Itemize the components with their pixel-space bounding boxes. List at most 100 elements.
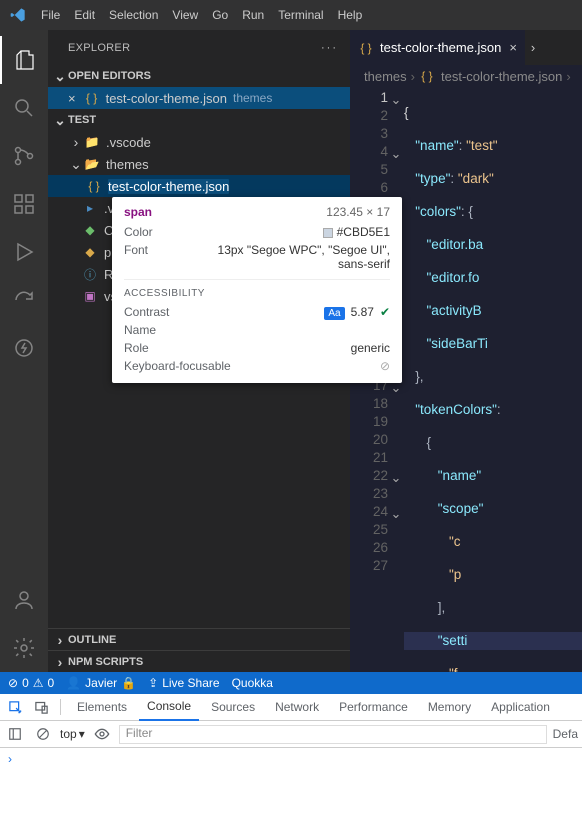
color-swatch [323, 228, 333, 238]
breadcrumb[interactable]: themes› { } test-color-theme.json› [350, 65, 582, 87]
chevron-down-icon: ▾ [79, 727, 85, 741]
context-selector[interactable]: top ▾ [60, 727, 85, 741]
open-editor-filename: test-color-theme.json [106, 91, 227, 106]
folder-icon: 📁 [84, 134, 100, 150]
tooltip-color-value: #CBD5E1 [337, 225, 390, 239]
menu-selection[interactable]: Selection [102, 4, 165, 26]
menu-help[interactable]: Help [331, 4, 370, 26]
tooltip-dimensions: 123.45 × 17 [326, 205, 390, 219]
status-user[interactable]: 👤Javier🔒 [66, 676, 136, 690]
dt-tab-memory[interactable]: Memory [420, 694, 479, 720]
activity-bar [0, 30, 48, 672]
file-icon: ⓘ [82, 266, 98, 282]
tree-file-theme-json[interactable]: { } test-color-theme.json [48, 175, 350, 197]
search-icon[interactable] [0, 84, 48, 132]
json-icon: { } [84, 90, 100, 106]
dt-tab-network[interactable]: Network [267, 694, 327, 720]
vscode-logo-icon [10, 7, 26, 23]
tree-label: test-color-theme.json [108, 179, 229, 194]
tooltip-role-value: generic [351, 341, 390, 355]
devtools: Elements Console Sources Network Perform… [0, 694, 582, 819]
menu-run[interactable]: Run [235, 4, 271, 26]
titlebar: File Edit Selection View Go Run Terminal… [0, 0, 582, 30]
tree-folder-themes[interactable]: ⌄📂themes [48, 153, 350, 175]
npm-label: NPM SCRIPTS [68, 656, 143, 668]
default-levels[interactable]: Defa [553, 727, 578, 741]
status-errors[interactable]: ⊘0⚠0 [8, 676, 54, 690]
tab-scroll-right-icon[interactable]: › [526, 30, 540, 65]
test-section-label: TEST [68, 114, 96, 126]
debug-icon[interactable] [0, 228, 48, 276]
tree-folder-vscode[interactable]: ›📁.vscode [48, 131, 350, 153]
sync-icon[interactable] [0, 276, 48, 324]
tab-label: test-color-theme.json [380, 40, 501, 55]
explorer-more-icon[interactable]: ··· [321, 42, 338, 54]
tree-label: themes [106, 157, 149, 172]
menu-go[interactable]: Go [205, 4, 235, 26]
outline-section[interactable]: ›OUTLINE [48, 628, 350, 650]
tooltip-role-label: Role [124, 341, 149, 355]
open-editors-label: OPEN EDITORS [68, 70, 151, 82]
contrast-badge: Aa [324, 307, 344, 320]
menu-terminal[interactable]: Terminal [271, 4, 330, 26]
tooltip-font-label: Font [124, 243, 148, 271]
file-icon: ▣ [82, 288, 98, 304]
status-quokka[interactable]: Quokka [232, 676, 273, 690]
dt-tab-performance[interactable]: Performance [331, 694, 416, 720]
warning-icon: ⚠ [33, 676, 44, 690]
cancel-icon: ⊘ [380, 359, 390, 373]
console-prompt[interactable]: › [0, 748, 582, 770]
open-editors-section[interactable]: ⌄OPEN EDITORS [48, 65, 350, 87]
filter-input[interactable]: Filter [119, 725, 547, 744]
editor-tab[interactable]: { } test-color-theme.json × [350, 30, 526, 65]
explorer-icon[interactable] [0, 36, 48, 84]
json-icon: { } [358, 40, 374, 56]
file-icon: ▸ [82, 200, 98, 216]
dt-tab-elements[interactable]: Elements [69, 694, 135, 720]
clear-console-icon[interactable] [32, 723, 54, 745]
console-sidebar-icon[interactable] [4, 723, 26, 745]
status-bar: ⊘0⚠0 👤Javier🔒 ⇪Live Share Quokka [0, 672, 582, 694]
code-content[interactable]: { "name": "test" "type": "dark" "colors"… [404, 87, 582, 672]
dt-tab-console[interactable]: Console [139, 693, 199, 721]
close-icon[interactable]: × [509, 40, 517, 55]
menu-edit[interactable]: Edit [67, 4, 102, 26]
breadcrumb-item[interactable]: themes [364, 69, 407, 84]
tooltip-name-label: Name [124, 323, 156, 337]
device-icon[interactable] [30, 696, 52, 718]
settings-icon[interactable] [0, 624, 48, 672]
tree-label: p [104, 245, 111, 260]
user-icon: 👤 [66, 676, 81, 690]
dt-tab-application[interactable]: Application [483, 694, 558, 720]
eye-icon[interactable] [91, 723, 113, 745]
status-liveshare[interactable]: ⇪Live Share [148, 676, 219, 690]
menu-view[interactable]: View [165, 4, 205, 26]
menu-file[interactable]: File [34, 4, 67, 26]
folder-open-icon: 📂 [84, 156, 100, 172]
power-icon[interactable] [0, 324, 48, 372]
element-tooltip: span 123.45 × 17 Color#CBD5E1 Font13px "… [112, 197, 402, 383]
json-icon: { } [86, 178, 102, 194]
source-control-icon[interactable] [0, 132, 48, 180]
tooltip-contrast-label: Contrast [124, 305, 169, 319]
breadcrumb-item[interactable]: test-color-theme.json [441, 69, 562, 84]
npm-section[interactable]: ›NPM SCRIPTS [48, 650, 350, 672]
share-icon: ⇪ [148, 676, 158, 690]
account-icon[interactable] [0, 576, 48, 624]
lock-icon: 🔒 [121, 676, 136, 690]
inspect-icon[interactable] [4, 696, 26, 718]
dt-tab-sources[interactable]: Sources [203, 694, 263, 720]
editor-tabs: { } test-color-theme.json × › [350, 30, 582, 65]
test-section[interactable]: ⌄TEST [48, 109, 350, 131]
tooltip-contrast-value: 5.87 [351, 305, 374, 319]
outline-label: OUTLINE [68, 634, 116, 646]
tooltip-accessibility-header: ACCESSIBILITY [124, 279, 390, 299]
tooltip-font-value: 13px "Segoe WPC", "Segoe UI", sans-serif [190, 243, 390, 271]
open-editor-item[interactable]: × { } test-color-theme.json themes [48, 87, 350, 109]
close-icon[interactable]: × [68, 91, 76, 106]
json-icon: { } [419, 68, 435, 84]
explorer-title: EXPLORER [68, 42, 130, 54]
tooltip-kf-label: Keyboard-focusable [124, 359, 231, 373]
file-icon: ◆ [82, 222, 98, 238]
extensions-icon[interactable] [0, 180, 48, 228]
